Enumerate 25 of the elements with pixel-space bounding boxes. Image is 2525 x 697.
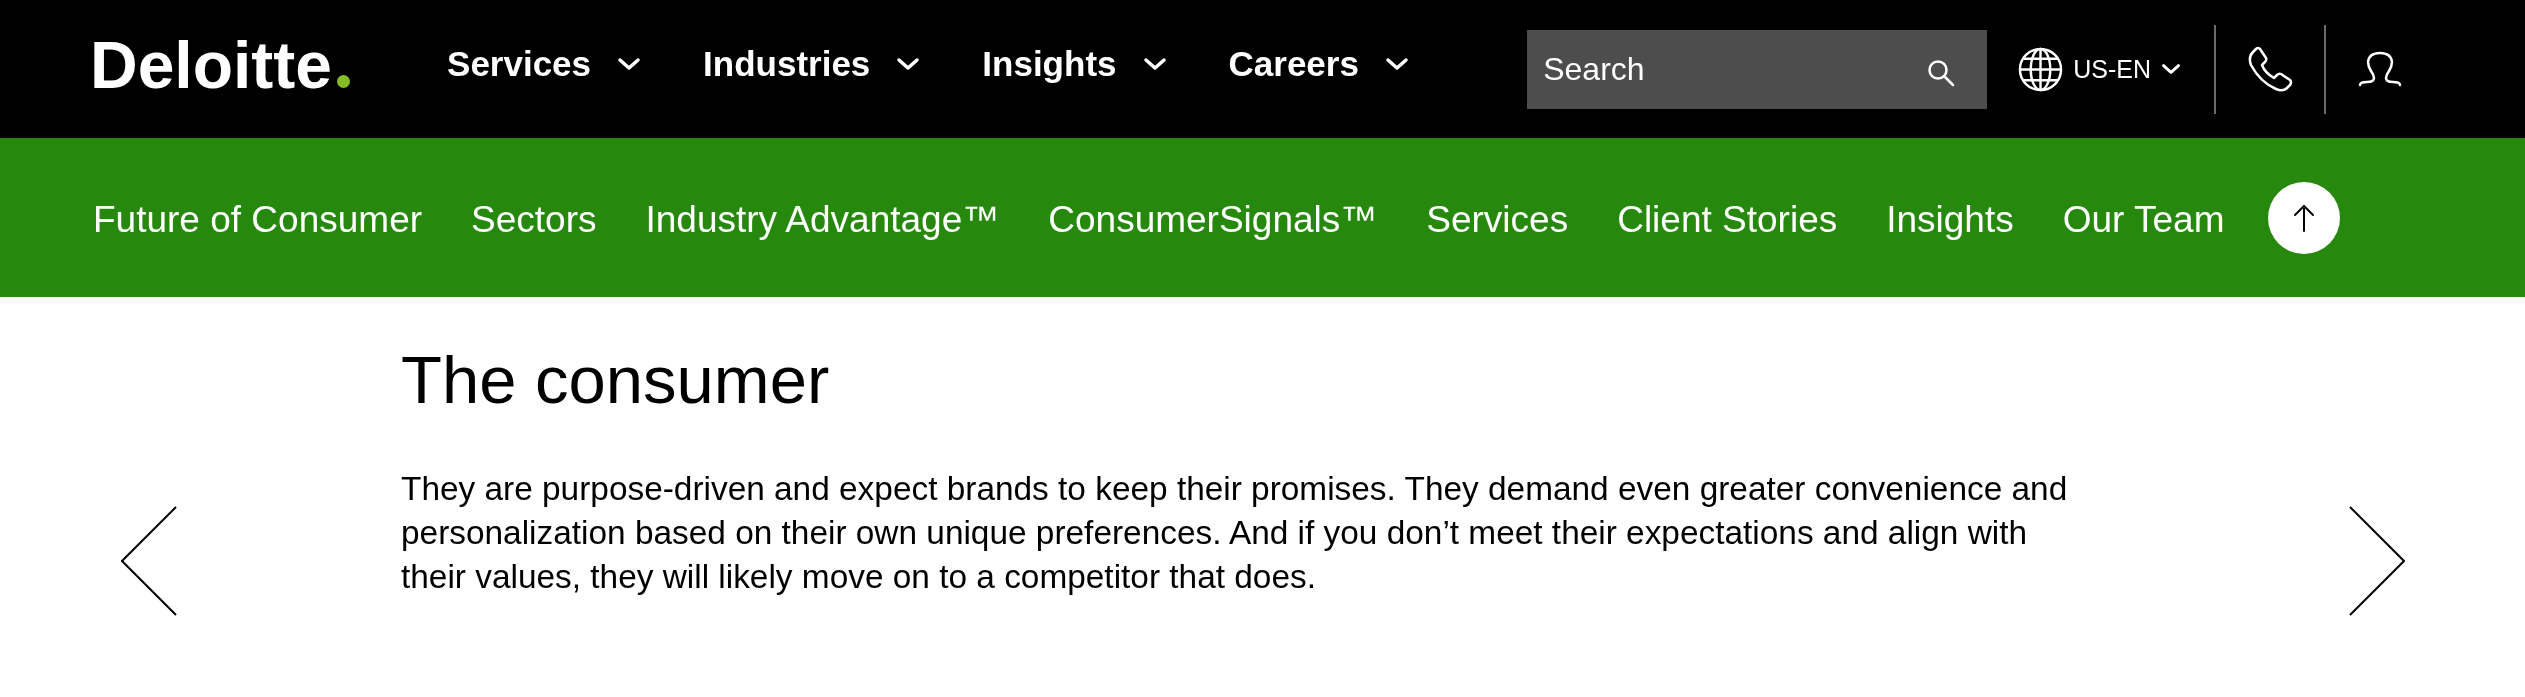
section-nav-link[interactable]: Insights	[1886, 198, 2014, 243]
section-nav-link[interactable]: Services	[1426, 198, 1569, 243]
phone-icon[interactable]	[2246, 45, 2294, 93]
logo-dot-icon	[337, 75, 351, 88]
section-nav-link[interactable]: Our Team	[2062, 198, 2225, 243]
section-nav-link[interactable]: Client Stories	[1617, 198, 1838, 243]
slide-text: They are purpose-driven and expect brands to keep their promises. They demand even greater convenience and personalization based on their own unique preferences. And if you don’t meet their expectations and align with their values, they will likely move on to a competitor that does.	[401, 469, 2069, 597]
slide-title: The consumer	[401, 341, 830, 419]
search-field[interactable]: Search	[1527, 29, 1988, 109]
arrow-up-icon	[2292, 203, 2315, 232]
section-nav-link[interactable]: Future of Consumer	[93, 198, 423, 243]
logo-text[interactable]: Deloitte	[90, 32, 333, 98]
globe-icon	[2018, 46, 2064, 92]
section-nav-link[interactable]: ConsumerSignals™	[1048, 198, 1378, 243]
section-nav-link[interactable]: Sectors	[471, 198, 597, 243]
nav-menu-button[interactable]: Insights	[982, 44, 1167, 84]
chevron-right-icon[interactable]	[2349, 506, 2405, 616]
nav-menu-button[interactable]: Industries	[703, 44, 921, 84]
nav-menu-button[interactable]: Careers	[1228, 44, 1409, 84]
language-selector[interactable]: US-EN	[2018, 46, 2181, 92]
nav-menu-button[interactable]: Services	[447, 44, 642, 84]
search-icon[interactable]	[1927, 58, 1956, 87]
person-icon[interactable]	[2357, 50, 2403, 88]
chevron-left-icon[interactable]	[121, 506, 177, 616]
section-nav-link[interactable]: Industry Advantage™	[645, 198, 1000, 243]
